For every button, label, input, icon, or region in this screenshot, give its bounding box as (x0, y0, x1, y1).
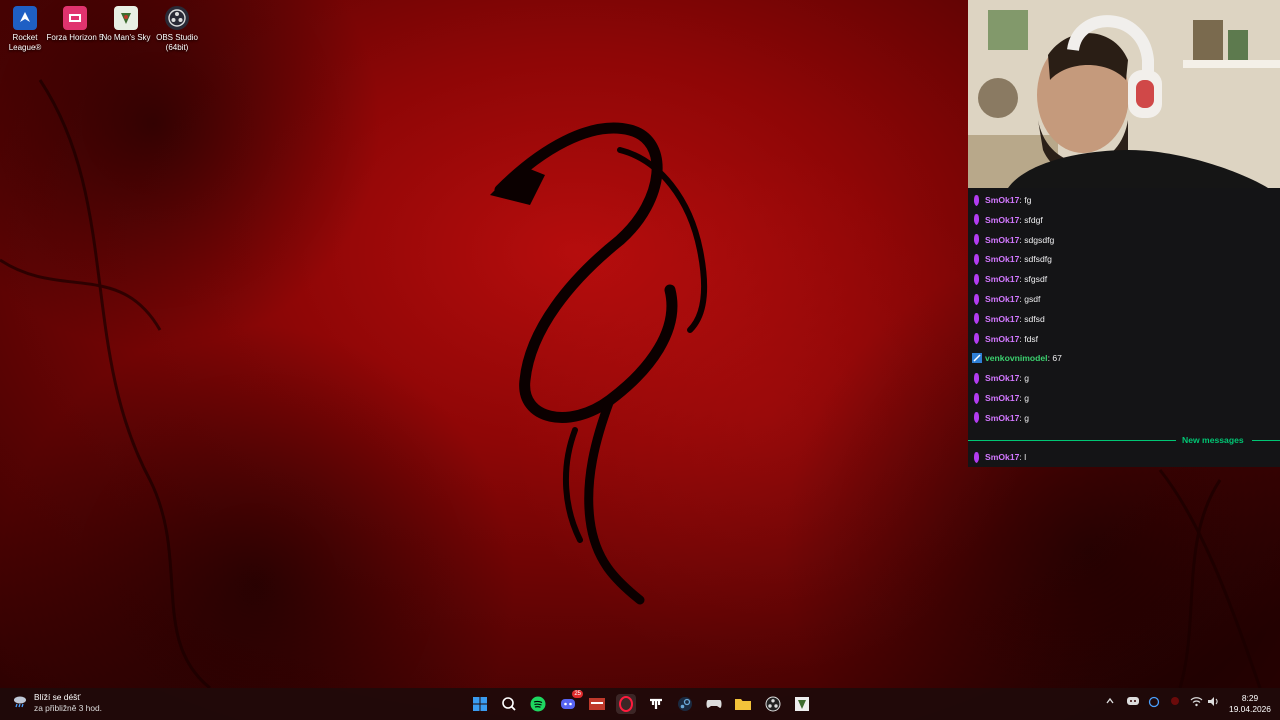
desktop-icon-obs-studio[interactable]: OBS Studio (64bit) (148, 4, 206, 53)
obs-studio-icon (165, 6, 189, 30)
chat-badge-icon (972, 412, 981, 424)
chat-message: venkovnimodel: 67 (972, 351, 1062, 365)
chat-text: sdfsd (1024, 313, 1045, 324)
new-messages-label: New messages (1182, 435, 1244, 445)
controller-app-icon[interactable] (704, 694, 724, 714)
clock[interactable]: 8:29 19.04.2026 (1224, 693, 1276, 715)
chat-message: SmOk17: g (972, 391, 1029, 405)
chat-message: SmOk17: sfgsdf (972, 272, 1047, 286)
no-mans-sky-icon[interactable] (792, 694, 812, 714)
rocket-league-icon (13, 6, 37, 30)
chat-text: fg (1024, 195, 1032, 205)
chat-message: SmOk17: l (972, 450, 1026, 464)
chat-text: sdfsdfg (1024, 254, 1052, 265)
chat-username: SmOk17 (985, 214, 1020, 225)
clock-time: 8:29 (1241, 693, 1259, 703)
no-mans-sky-icon (114, 6, 138, 30)
chat-badge-icon (972, 313, 981, 325)
chat-text: sfgsdf (1024, 274, 1048, 285)
chat-badge-icon (972, 293, 981, 305)
chat-text: l (1024, 452, 1027, 462)
discord-tray-icon[interactable] (1127, 696, 1139, 709)
desktop-icon-label: No Man's Sky (101, 33, 151, 42)
chat-badge-icon (972, 214, 981, 226)
new-messages-divider: New messages (968, 435, 1280, 447)
chat-username: venkovnimodel (985, 353, 1048, 364)
webcam-overlay (968, 0, 1280, 188)
chat-username: SmOk17 (985, 412, 1020, 423)
taskbar: Blíží se déšť za přibližně 3 hod. 25 8:2… (0, 688, 1280, 720)
steam-icon[interactable] (675, 694, 695, 714)
volume-icon[interactable] (1207, 696, 1220, 710)
weather-widget[interactable]: Blíží se déšť za přibližně 3 hod. (12, 692, 102, 714)
chat-badge-icon (972, 451, 981, 463)
chat-message: SmOk17: sfdgf (972, 213, 1043, 227)
record-tray-icon[interactable] (1170, 696, 1180, 709)
chat-message: SmOk17: g (972, 371, 1029, 385)
chat-message: SmOk17: fdsf (972, 332, 1038, 346)
chat-message: SmOk17: gsdf (972, 292, 1040, 306)
clock-date: 19.04.2026 (1229, 704, 1271, 714)
wifi-icon[interactable] (1190, 696, 1203, 710)
chat-badge-icon (972, 392, 981, 404)
notification-badge: 25 (572, 690, 583, 698)
opera-gx-icon[interactable] (616, 694, 636, 714)
chevron-up-icon[interactable] (1105, 696, 1115, 709)
sync-tray-icon[interactable] (1148, 696, 1160, 711)
chat-text: 67 (1052, 353, 1062, 364)
chat-username: SmOk17 (985, 333, 1020, 344)
chat-text: sfdgf (1024, 214, 1043, 225)
chat-text: gsdf (1024, 294, 1041, 304)
chat-message: SmOk17: sdfsdfg (972, 252, 1052, 266)
chat-badge-icon (972, 273, 981, 285)
chat-username: SmOk17 (985, 373, 1020, 384)
file-explorer-icon[interactable] (733, 694, 753, 714)
spotify-icon[interactable] (528, 694, 548, 714)
chat-username: SmOk17 (985, 274, 1020, 285)
webcam-video-frame (968, 0, 1280, 188)
windows-start-icon[interactable] (470, 694, 490, 714)
forza-horizon-icon (63, 6, 87, 30)
search-icon[interactable] (499, 694, 519, 714)
chat-badge-icon (972, 194, 981, 206)
chat-text: sdgsdfg (1024, 234, 1055, 245)
chat-badge-icon (972, 253, 981, 265)
chat-username: SmOk17 (985, 452, 1020, 462)
discord-icon[interactable]: 25 (558, 690, 583, 714)
chat-badge-icon (972, 234, 981, 246)
desktop-icon-label: Forza Horizon 5 (46, 33, 104, 42)
chat-badge-icon (972, 372, 981, 384)
tidal-icon[interactable] (646, 694, 666, 714)
chat-message: SmOk17: fg (972, 193, 1031, 207)
chat-username: SmOk17 (985, 294, 1020, 304)
chat-badge-icon (972, 333, 981, 345)
chat-message: SmOk17: g (972, 411, 1029, 425)
desktop-icon-no-mans-sky[interactable]: No Man's Sky (97, 4, 155, 43)
chat-username: SmOk17 (985, 393, 1020, 403)
chat-message: SmOk17: sdfsd (972, 312, 1045, 326)
chat-badge-sword-icon (972, 352, 982, 364)
chat-text: g (1024, 373, 1029, 384)
desktop-icon-forza-horizon[interactable]: Forza Horizon 5 (46, 4, 104, 43)
chat-text: g (1024, 393, 1029, 403)
chat-text: g (1024, 412, 1029, 423)
chat-username: SmOk17 (985, 313, 1020, 324)
chat-username: SmOk17 (985, 195, 1020, 205)
chat-message: SmOk17: sdgsdfg (972, 233, 1054, 247)
weather-subtitle: za přibližně 3 hod. (34, 703, 102, 713)
chat-username: SmOk17 (985, 254, 1020, 265)
obs-studio-icon[interactable] (763, 694, 783, 714)
chat-username: SmOk17 (985, 234, 1020, 245)
chat-text: fdsf (1024, 333, 1039, 344)
weather-title: Blíží se déšť (34, 692, 81, 702)
desktop-icon-label: OBS Studio (64bit) (156, 33, 198, 52)
stream-chat-panel: SmOk17: fg SmOk17: sfdgf SmOk17: sdgsdfg Sm… (968, 188, 1280, 467)
shop-app-icon[interactable] (587, 694, 607, 714)
rain-cloud-icon (12, 693, 28, 714)
